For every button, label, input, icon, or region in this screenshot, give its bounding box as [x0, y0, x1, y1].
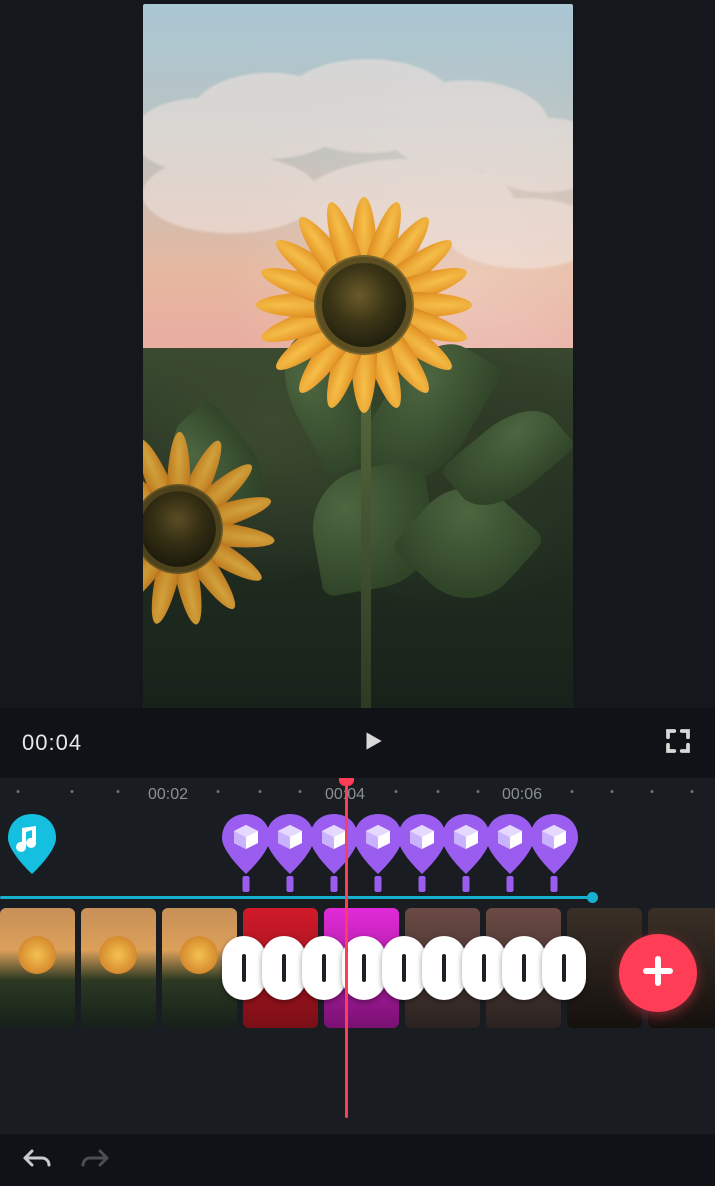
preview-subject: [259, 200, 469, 410]
effect-marker[interactable]: [526, 812, 582, 878]
play-icon: [360, 728, 386, 759]
audio-track-line[interactable]: [0, 896, 593, 899]
marker-row: [0, 812, 715, 894]
timeline[interactable]: 00:02 00:04 00:06: [0, 778, 715, 1134]
transition-pill[interactable]: [542, 936, 586, 1000]
preview-area: [0, 0, 715, 708]
playhead[interactable]: [345, 778, 348, 1118]
video-editor-app: 00:04 00:02 00:04 00:06: [0, 0, 715, 1186]
fullscreen-button[interactable]: [663, 726, 693, 761]
transition-pill[interactable]: [342, 936, 386, 1000]
transition-pill[interactable]: [222, 936, 266, 1000]
redo-button[interactable]: [80, 1145, 110, 1176]
undo-icon: [22, 1158, 52, 1175]
transition-row: [226, 936, 586, 1000]
redo-icon: [80, 1158, 110, 1175]
bottom-bar: [0, 1134, 715, 1186]
transition-pill[interactable]: [262, 936, 306, 1000]
add-clip-button[interactable]: [619, 934, 697, 1012]
transition-pill[interactable]: [302, 936, 346, 1000]
play-button[interactable]: [357, 727, 389, 759]
transition-pill[interactable]: [422, 936, 466, 1000]
transition-pill[interactable]: [502, 936, 546, 1000]
current-time-label: 00:04: [22, 730, 82, 756]
transition-pill[interactable]: [382, 936, 426, 1000]
ruler-mark: 00:06: [502, 786, 542, 804]
transport-bar: 00:04: [0, 708, 715, 778]
time-ruler[interactable]: 00:02 00:04 00:06: [0, 778, 715, 812]
transition-pill[interactable]: [462, 936, 506, 1000]
video-clip[interactable]: [0, 908, 75, 1028]
undo-button[interactable]: [22, 1145, 52, 1176]
video-preview[interactable]: [143, 4, 573, 708]
music-marker[interactable]: [4, 812, 60, 878]
video-clip[interactable]: [81, 908, 156, 1028]
plus-icon: [640, 953, 676, 994]
fullscreen-icon: [663, 743, 693, 760]
ruler-mark: 00:02: [148, 786, 188, 804]
